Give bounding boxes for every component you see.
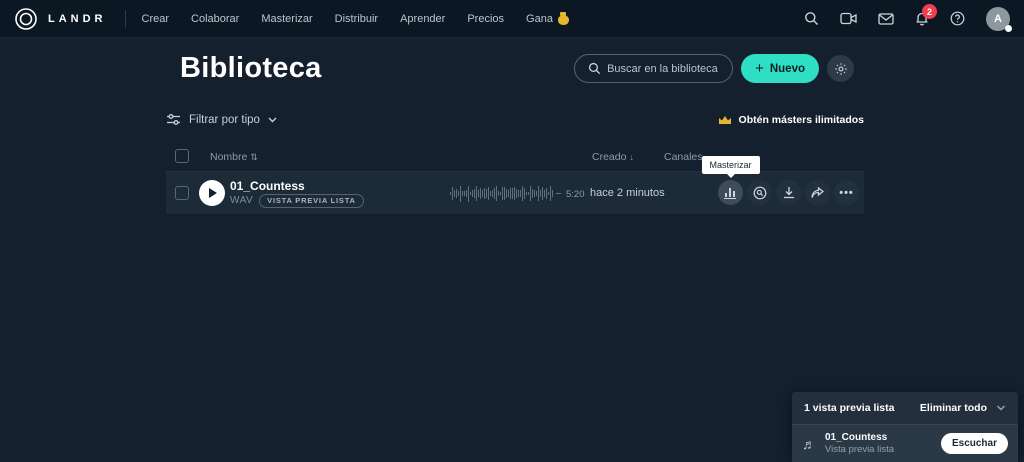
- preview-item-title: 01_Countess: [825, 432, 932, 443]
- sort-down-icon: ↓: [629, 152, 634, 162]
- track-subtitle: WAV VISTA PREVIA LISTA: [230, 194, 364, 208]
- nav-item-precios[interactable]: Precios: [467, 13, 504, 25]
- column-header-creado[interactable]: Creado↓: [592, 151, 634, 163]
- nav-item-colaborar[interactable]: Colaborar: [191, 13, 239, 25]
- nav-item-gana[interactable]: Gana: [526, 12, 569, 25]
- plus-icon: +: [755, 61, 764, 76]
- preview-item-subtitle: Vista previa lista: [825, 444, 932, 455]
- track-title: 01_Countess: [230, 179, 305, 193]
- unlimited-masters-upsell[interactable]: Obtén másters ilimitados: [718, 114, 864, 126]
- preview-panel-title: 1 vista previa lista: [804, 402, 894, 414]
- nav-divider: [125, 10, 126, 28]
- master-bars-icon: [724, 186, 737, 199]
- filter-row: Filtrar por tipo Obtén másters ilimitado…: [166, 113, 864, 126]
- landr-logo[interactable]: LANDR: [14, 7, 107, 31]
- landr-logo-icon: [14, 7, 38, 31]
- upsell-label: Obtén másters ilimitados: [739, 114, 864, 126]
- gear-icon: [834, 62, 848, 76]
- waveform[interactable]: [450, 185, 554, 202]
- page-title: Biblioteca: [180, 52, 322, 85]
- nav-item-crear[interactable]: Crear: [142, 13, 170, 25]
- column-header-canales-label: Canales: [664, 151, 703, 163]
- waveform-end-dash: [556, 193, 561, 194]
- listen-button[interactable]: Escuchar: [941, 433, 1008, 454]
- clear-all-button[interactable]: Eliminar todo: [920, 402, 987, 414]
- chevron-down-icon: [268, 117, 277, 123]
- track-created: hace 2 minutos: [590, 187, 665, 199]
- avatar-status-dot: [1005, 25, 1012, 32]
- circle-magnifier-icon: [753, 186, 767, 200]
- filter-sliders-icon: [166, 113, 181, 126]
- nav-item-gana-label: Gana: [526, 13, 553, 25]
- track-duration: 5:20: [566, 189, 585, 200]
- new-button[interactable]: + Nuevo: [741, 54, 819, 83]
- nav-item-masterizar[interactable]: Masterizar: [261, 13, 312, 25]
- share-arrow-icon: [811, 187, 824, 199]
- track-format: WAV: [230, 195, 253, 206]
- row-actions: Masterizar •••: [718, 180, 859, 205]
- select-all-checkbox[interactable]: [175, 149, 189, 163]
- mail-icon[interactable]: [878, 13, 894, 25]
- explore-button[interactable]: [747, 180, 772, 205]
- crown-icon: [718, 115, 732, 125]
- new-button-label: Nuevo: [770, 63, 805, 75]
- column-header-creado-label: Creado: [592, 151, 626, 163]
- play-button[interactable]: [199, 180, 225, 206]
- notifications-bell-icon[interactable]: 2: [915, 11, 929, 26]
- master-button[interactable]: Masterizar: [718, 180, 743, 205]
- help-icon[interactable]: [950, 11, 965, 26]
- share-button[interactable]: [805, 180, 830, 205]
- download-button[interactable]: [776, 180, 801, 205]
- preview-panel-header-actions: Eliminar todo: [920, 402, 1006, 414]
- row-checkbox[interactable]: [175, 186, 189, 200]
- column-header-canales[interactable]: Canales: [664, 151, 703, 163]
- settings-button[interactable]: [827, 55, 854, 82]
- top-navigation: LANDR Crear Colaborar Masterizar Distrib…: [0, 0, 1024, 38]
- brand-name: LANDR: [48, 13, 107, 25]
- nav-item-distribuir[interactable]: Distribuir: [335, 13, 378, 25]
- music-note-icon: ♬: [802, 436, 816, 452]
- video-icon[interactable]: [840, 12, 857, 25]
- more-options-icon: •••: [839, 187, 854, 199]
- header-controls: + Nuevo: [574, 54, 854, 83]
- preview-panel-header: 1 vista previa lista Eliminar todo: [792, 392, 1018, 425]
- nav-right-icons: 2 A: [804, 7, 1010, 31]
- avatar-initial: A: [994, 13, 1002, 25]
- play-icon: [209, 188, 217, 198]
- download-icon: [783, 186, 795, 199]
- preview-ready-badge: VISTA PREVIA LISTA: [259, 194, 364, 208]
- preview-item-text: 01_Countess Vista previa lista: [825, 432, 932, 455]
- filter-by-type-button[interactable]: Filtrar por tipo: [166, 113, 277, 126]
- master-tooltip: Masterizar: [701, 156, 759, 174]
- preview-panel-item[interactable]: ♬ 01_Countess Vista previa lista Escucha…: [792, 425, 1018, 462]
- money-bag-icon: [558, 12, 569, 25]
- more-options-button[interactable]: •••: [834, 180, 859, 205]
- nav-item-aprender[interactable]: Aprender: [400, 13, 445, 25]
- collapse-chevron-icon[interactable]: [996, 405, 1006, 411]
- page-header: Biblioteca + Nuevo: [180, 52, 854, 85]
- preview-panel: 1 vista previa lista Eliminar todo ♬ 01_…: [792, 392, 1018, 462]
- avatar[interactable]: A: [986, 7, 1010, 31]
- search-icon[interactable]: [804, 11, 819, 26]
- column-header-nombre[interactable]: Nombre⇅: [210, 151, 258, 163]
- filter-by-type-label: Filtrar por tipo: [189, 114, 260, 126]
- library-search[interactable]: [574, 54, 733, 83]
- search-icon: [588, 62, 601, 75]
- library-table: Nombre⇅ Creado↓ Canales 01_Countess WAV …: [166, 146, 864, 214]
- notification-count-badge: 2: [922, 4, 937, 19]
- nav-links: Crear Colaborar Masterizar Distribuir Ap…: [142, 12, 569, 25]
- library-search-input[interactable]: [607, 63, 719, 75]
- table-row[interactable]: 01_Countess WAV VISTA PREVIA LISTA 5:20 …: [166, 172, 864, 214]
- column-header-nombre-label: Nombre: [210, 151, 247, 163]
- sort-both-icon: ⇅: [250, 152, 258, 162]
